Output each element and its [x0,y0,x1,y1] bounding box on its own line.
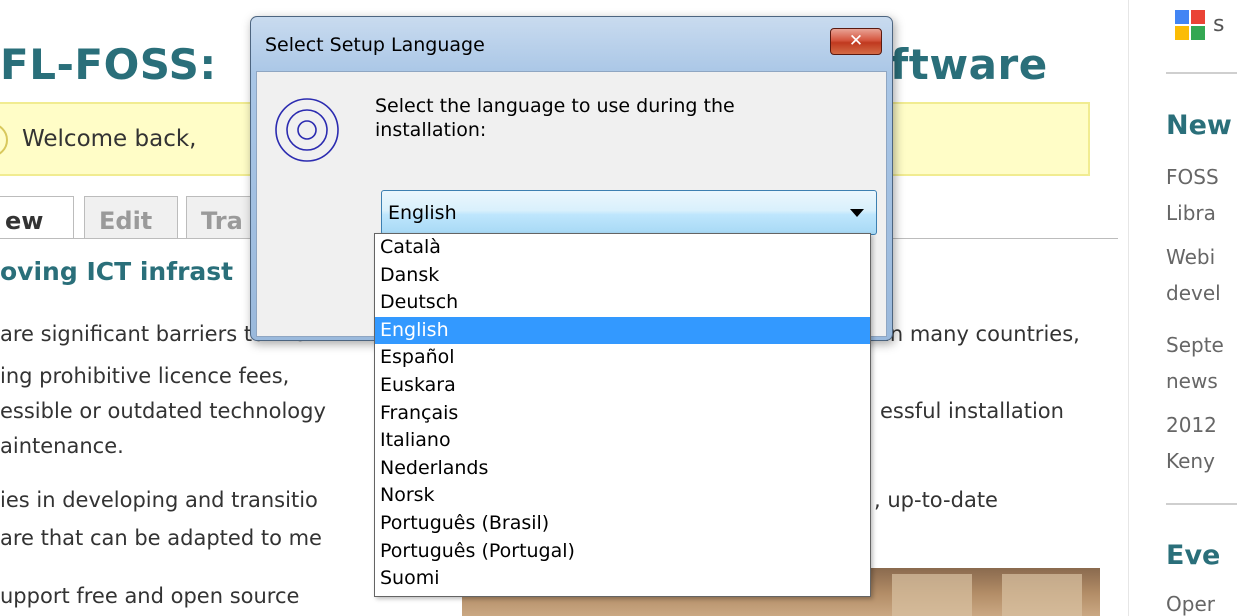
tab-edit[interactable]: Edit [84,196,178,238]
language-option[interactable]: Italiano [375,427,870,455]
language-option[interactable]: Català [375,234,870,262]
language-option[interactable]: Português (Brasil) [375,510,870,538]
sidebar-news-item[interactable]: Keny [1166,449,1215,473]
sidebar-rule [1166,503,1237,505]
close-icon: ✕ [848,31,864,51]
paragraph-line: , up-to-date [874,488,998,512]
sidebar-news-item[interactable]: FOSS [1166,165,1219,189]
sidebar-rule [1166,72,1237,74]
sidebar-news-item[interactable]: Septe [1166,333,1224,357]
page-title-continued: ftware [890,40,1048,89]
paragraph-line: ies in developing and transitio [0,488,318,512]
close-button[interactable]: ✕ [830,28,882,55]
language-option[interactable]: Español [375,344,870,372]
language-prompt: Select the language to use during the in… [375,95,735,141]
setup-icon [275,98,339,162]
paragraph-line: upport free and open source [0,584,300,608]
google-icon[interactable] [1175,10,1205,40]
sidebar-news-item[interactable]: Libra [1166,201,1216,225]
section-heading: oving ICT infrast [0,257,234,286]
language-option[interactable]: Euskara [375,372,870,400]
paragraph-line: essible or outdated technology [0,399,326,423]
sidebar-news-heading: New [1166,110,1232,141]
photo-detail [1002,574,1082,616]
language-select[interactable]: English [381,190,877,235]
paragraph-line: are that can be adapted to me [0,526,322,550]
dialog-title: Select Setup Language [265,34,485,56]
welcome-text: Welcome back, [22,126,197,152]
language-option[interactable]: Norsk [375,482,870,510]
tab-translate[interactable]: Tra [186,196,252,238]
language-option[interactable]: Français [375,400,870,428]
chevron-down-icon[interactable] [850,209,864,217]
sidebar-news-item[interactable]: devel [1166,281,1221,305]
sidebar-logo-text: s [1213,12,1225,37]
paragraph-line: essful installation [880,399,1064,423]
page-title: FL-FOSS: [0,40,217,89]
language-option[interactable]: English [375,316,870,345]
paragraph-line: in many countries, [884,322,1080,346]
language-select-value: English [388,202,457,224]
paragraph-line: aintenance. [0,434,124,458]
sidebar-divider [1128,0,1129,616]
sidebar-news-item[interactable]: news [1166,369,1218,393]
language-option[interactable]: Deutsch [375,289,870,317]
sidebar-news-item[interactable]: Webi [1166,245,1215,269]
photo-detail [892,574,972,616]
language-option[interactable]: Nederlands [375,455,870,483]
language-dropdown-list[interactable]: Català Dansk Deutsch English Español Euskara F… [374,233,871,597]
info-icon [0,123,8,157]
language-option[interactable]: Português (Portugal) [375,538,870,566]
sidebar-news-item[interactable]: 2012 [1166,413,1217,437]
sidebar-events-heading: Eve [1166,540,1221,571]
language-option[interactable]: Dansk [375,262,870,290]
paragraph-line: ing prohibitive licence fees, [0,364,290,388]
tab-view[interactable]: ew [0,196,74,239]
language-option[interactable]: Suomi [375,565,870,593]
screen: FL-FOSS: ftware Welcome back, ew Edit Tr… [0,0,1237,616]
sidebar-events-item[interactable]: Oper [1166,592,1215,616]
